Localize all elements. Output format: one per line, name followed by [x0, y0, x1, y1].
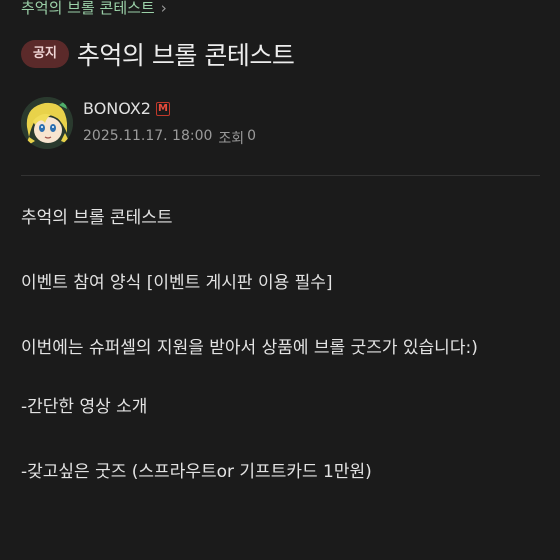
notice-badge: 공지	[21, 40, 69, 68]
page-title: 추억의 브롤 콘테스트	[76, 41, 295, 70]
breadcrumb[interactable]: 추억의 브롤 콘테스트 ›	[21, 0, 167, 18]
author-name[interactable]: BONOX2	[83, 99, 151, 118]
views-label: 조회	[218, 131, 245, 147]
content-line: 이번에는 슈퍼셀의 지원을 받아서 상품에 브롤 굿즈가 있습니다:)	[21, 338, 478, 358]
avatar[interactable]	[21, 97, 73, 149]
post-content: 추억의 브롤 콘테스트 이벤트 참여 양식 [이벤트 게시판 이용 필수] 이번…	[21, 205, 541, 524]
post-date: 2025.11.17. 18:00	[83, 128, 213, 144]
author-meta: BONOX2 M 2025.11.17. 18:00 조회 0	[83, 97, 256, 148]
title-row: 공지 추억의 브롤 콘테스트	[21, 36, 295, 72]
author-row: BONOX2 M 2025.11.17. 18:00 조회 0	[21, 97, 256, 149]
content-line: 이벤트 참여 양식 [이벤트 게시판 이용 필수]	[21, 273, 333, 293]
post-meta: 2025.11.17. 18:00 조회 0	[83, 128, 256, 148]
breadcrumb-label[interactable]: 추억의 브롤 콘테스트	[21, 0, 155, 18]
post-page: 추억의 브롤 콘테스트 › 공지 추억의 브롤 콘테스트 BONOX2 M 20…	[0, 0, 560, 560]
content-line: -갖고싶은 굿즈 (스프라우트or 기프트카드 1만원)	[21, 462, 372, 482]
content-line: 추억의 브롤 콘테스트	[21, 208, 173, 228]
author-name-row: BONOX2 M	[83, 99, 256, 118]
divider	[21, 175, 540, 176]
avatar-illustration	[21, 97, 73, 149]
chevron-right-icon: ›	[160, 0, 167, 17]
views-count: 0	[247, 128, 257, 144]
manager-badge-icon: M	[155, 101, 170, 116]
content-line: -간단한 영상 소개	[21, 397, 148, 417]
